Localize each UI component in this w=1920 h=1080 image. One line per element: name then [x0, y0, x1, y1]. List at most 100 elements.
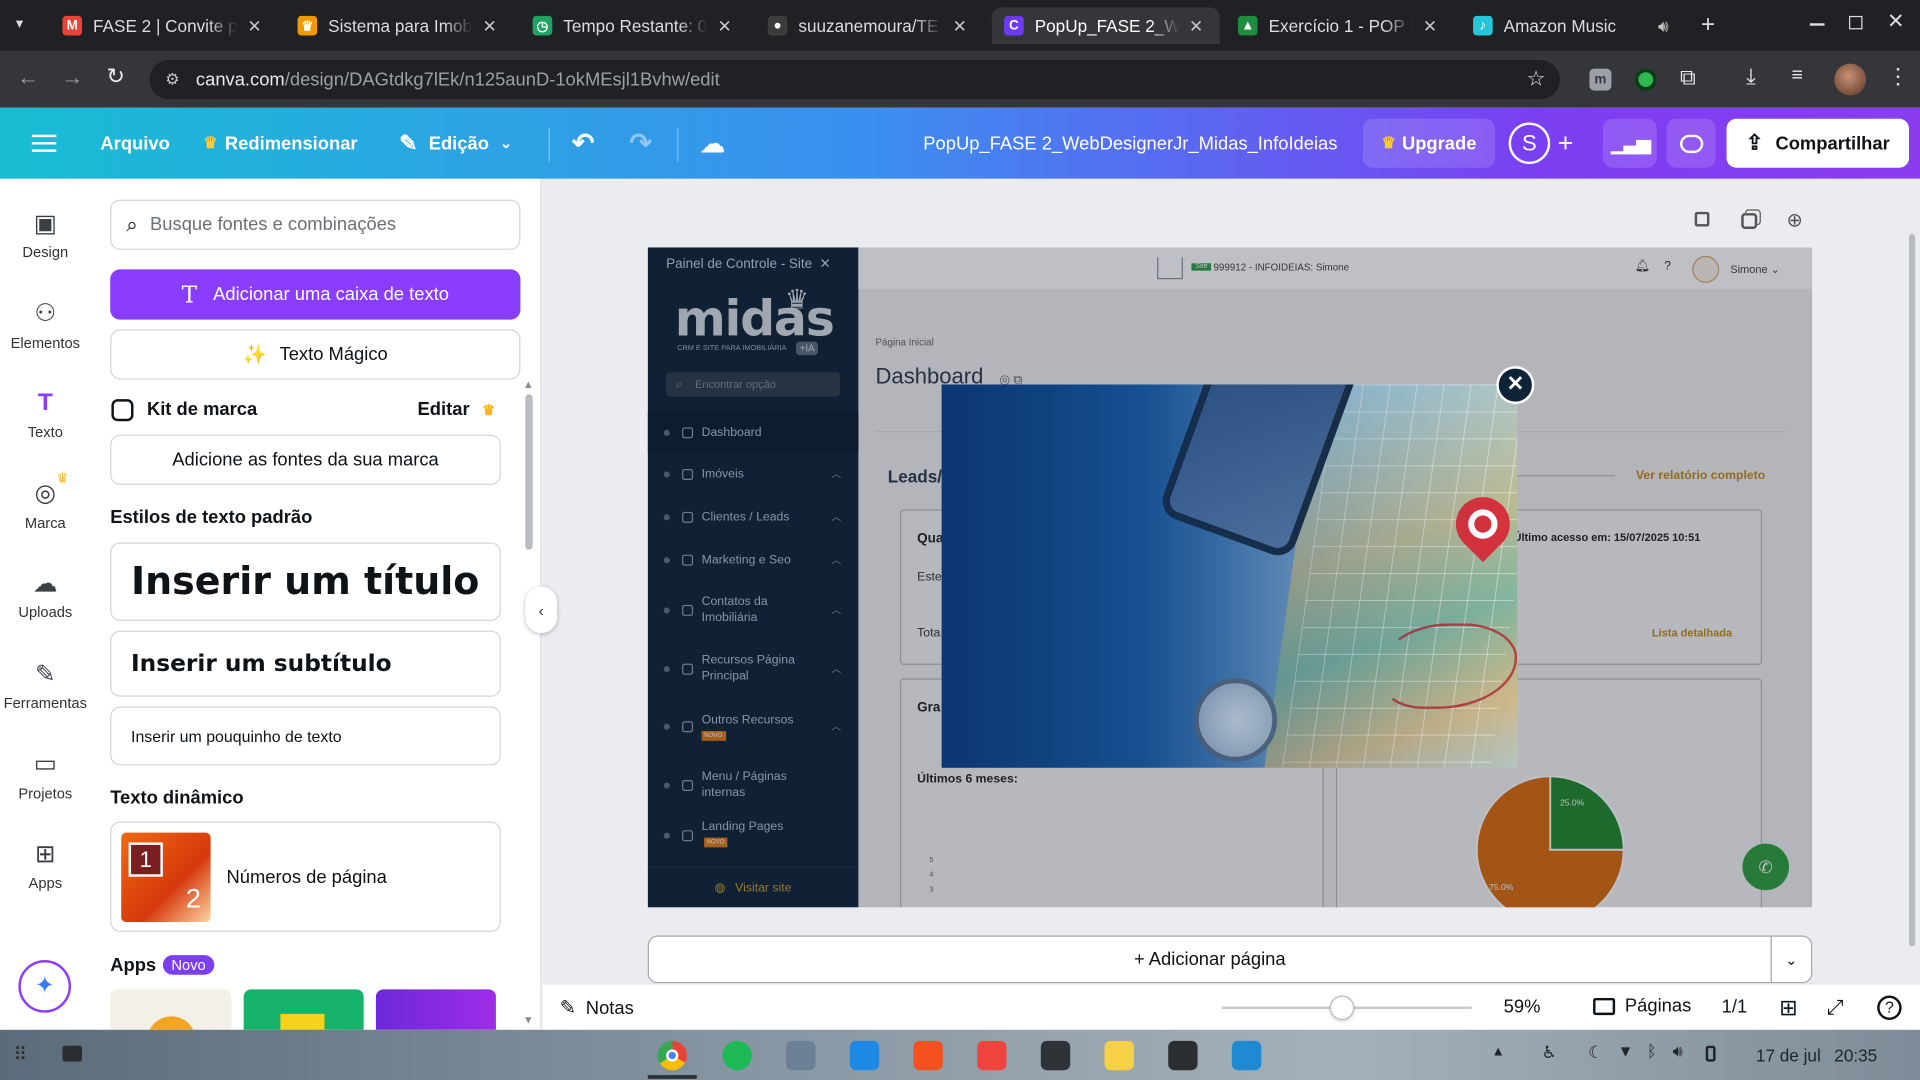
- hamburger-menu-icon[interactable]: [31, 108, 57, 179]
- comments-button[interactable]: [1666, 118, 1716, 168]
- scroll-up-icon[interactable]: ▲: [523, 378, 534, 390]
- chrome-taskbar-icon[interactable]: [657, 1040, 687, 1071]
- workspace-scrollbar[interactable]: [1908, 233, 1916, 947]
- browser-tab[interactable]: M FASE 2 | Convite p ✕: [50, 7, 278, 44]
- panel-scrollbar[interactable]: [525, 394, 533, 550]
- address-bar[interactable]: ⚙ canva.com/design/DAGtdkg7lEk/n125aunD-…: [149, 60, 1561, 100]
- night-light-icon[interactable]: ☾: [1588, 1042, 1603, 1063]
- wifi-icon[interactable]: ▼: [1618, 1042, 1634, 1060]
- overview-icon[interactable]: [62, 1045, 83, 1062]
- battery-icon[interactable]: [1705, 1045, 1716, 1062]
- browser-tab[interactable]: ◷ Tempo Restante: 0 ✕: [520, 7, 748, 44]
- grid-view-icon[interactable]: ⊞: [1779, 996, 1797, 1022]
- lock-icon[interactable]: [1694, 211, 1710, 227]
- page-numbers-button[interactable]: 1 2 Números de página: [110, 821, 501, 932]
- download-icon[interactable]: ⤓: [1746, 64, 1756, 90]
- magic-assistant-button[interactable]: ✦: [18, 960, 72, 1013]
- files-taskbar-icon[interactable]: [786, 1040, 816, 1071]
- close-window-icon[interactable]: ✕: [1887, 10, 1904, 34]
- magic-text-button[interactable]: ✨ Texto Mágico: [110, 329, 521, 380]
- popup-map-image[interactable]: [941, 384, 1518, 768]
- edit-mode-button[interactable]: ✎ Edição ⌄: [399, 108, 512, 179]
- add-page-dropdown[interactable]: ⌄: [1770, 935, 1813, 984]
- subheading-style-button[interactable]: Inserir um subtítulo: [110, 630, 501, 697]
- media-control-icon[interactable]: ≡: [1791, 65, 1802, 87]
- redo-icon[interactable]: ↷: [629, 108, 652, 179]
- extension-green-icon[interactable]: [1634, 68, 1657, 91]
- heading-style-button[interactable]: Inserir um título: [110, 542, 501, 621]
- new-tab-plus-icon[interactable]: +: [1701, 11, 1715, 39]
- rail-item-uploads[interactable]: ☁ Uploads: [0, 569, 91, 621]
- tab-close-icon[interactable]: ✕: [482, 15, 496, 36]
- notes-taskbar-icon[interactable]: [1104, 1040, 1134, 1071]
- back-arrow-icon[interactable]: ←: [17, 65, 39, 91]
- add-collaborator-plus-icon[interactable]: +: [1558, 122, 1585, 164]
- undo-icon[interactable]: ↶: [572, 108, 595, 179]
- tab-close-icon[interactable]: ✕: [953, 15, 967, 36]
- app-launcher-icon[interactable]: ⠿: [13, 1043, 26, 1065]
- volume-icon[interactable]: 🔊︎: [1673, 1042, 1683, 1062]
- add-brand-fonts-button[interactable]: Adicione as fontes da sua marca: [110, 434, 501, 485]
- forward-arrow-icon[interactable]: →: [61, 65, 83, 91]
- terminal-taskbar-icon[interactable]: [1168, 1040, 1198, 1071]
- upgrade-button[interactable]: ♛ Upgrade: [1362, 118, 1496, 168]
- rail-item-elementos[interactable]: ⚇ Elementos: [0, 298, 91, 351]
- extensions-puzzle-icon[interactable]: ⧉: [1680, 65, 1696, 91]
- reload-icon[interactable]: ↻: [107, 64, 125, 90]
- tab-close-icon[interactable]: ✕: [718, 15, 732, 36]
- popup-close-button[interactable]: ✕: [1496, 366, 1535, 405]
- scroll-down-icon[interactable]: ▼: [523, 1014, 534, 1026]
- rail-item-texto[interactable]: T Texto: [0, 388, 91, 441]
- photo-app-taskbar-icon[interactable]: [913, 1040, 943, 1071]
- rail-item-projetos[interactable]: ▭ Projetos: [0, 749, 91, 802]
- body-style-button[interactable]: Inserir um pouquinho de texto: [110, 706, 501, 766]
- app-thumbnail[interactable]: [243, 989, 364, 1030]
- rail-item-ferramentas[interactable]: ✎ Ferramentas: [0, 659, 91, 712]
- tray-up-arrow-icon[interactable]: ▲: [1491, 1044, 1504, 1059]
- add-page-icon[interactable]: ⊕: [1787, 208, 1803, 232]
- tab-close-icon[interactable]: ✕: [1423, 15, 1437, 36]
- taskbar-time[interactable]: 20:35: [1834, 1046, 1877, 1066]
- restore-icon[interactable]: [1848, 15, 1863, 30]
- duplicate-page-icon[interactable]: [1741, 213, 1758, 229]
- design-page[interactable]: Painel de Controle - Site ✕ midas ♛ CRM …: [647, 247, 1813, 908]
- minimize-icon[interactable]: [1809, 23, 1825, 26]
- add-textbox-button[interactable]: T Adicionar uma caixa de texto: [110, 269, 521, 320]
- spotify-taskbar-icon[interactable]: [722, 1040, 752, 1071]
- rail-item-design[interactable]: ▣ Design: [0, 208, 91, 261]
- rail-item-marca[interactable]: ◎ Marca: [0, 479, 91, 531]
- browser-tab[interactable]: C PopUp_FASE 2_We ✕: [991, 7, 1220, 45]
- profile-avatar[interactable]: [1834, 63, 1867, 96]
- bluetooth-icon[interactable]: ᛒ: [1647, 1042, 1657, 1060]
- vscode-taskbar-icon[interactable]: [1231, 1040, 1262, 1071]
- zoom-slider-thumb[interactable]: [1329, 995, 1355, 1021]
- fullscreen-icon[interactable]: ⤢: [1827, 996, 1844, 1020]
- extension-m-icon[interactable]: m: [1589, 68, 1612, 91]
- resize-button[interactable]: ♛ Redimensionar: [203, 108, 357, 179]
- file-menu[interactable]: Arquivo: [100, 108, 169, 179]
- browser-tab[interactable]: ● suuzanemoura/TE ✕: [756, 7, 984, 44]
- app-thumbnail[interactable]: [375, 989, 496, 1030]
- tab-audio-icon[interactable]: 🔊︎: [1658, 15, 1669, 36]
- rail-item-apps[interactable]: ⊞ Apps: [0, 839, 91, 892]
- font-search-input[interactable]: ⌕ Busque fontes e combinações: [110, 199, 521, 250]
- user-avatar[interactable]: S: [1508, 122, 1551, 165]
- share-button[interactable]: ⇪ Compartilhar: [1726, 118, 1909, 168]
- accessibility-icon[interactable]: ♿︎: [1542, 1042, 1557, 1063]
- pages-button[interactable]: Páginas: [1593, 996, 1691, 1016]
- store-taskbar-icon[interactable]: [849, 1040, 880, 1071]
- tab-close-icon[interactable]: ✕: [247, 15, 261, 36]
- tab-close-icon[interactable]: ✕: [1189, 15, 1203, 36]
- add-page-button[interactable]: + Adicionar página: [647, 935, 1772, 984]
- browser-tab[interactable]: ♪ Amazon Music 🔊︎: [1461, 7, 1689, 44]
- bookmark-star-icon[interactable]: ☆: [1527, 67, 1546, 91]
- zoom-percentage[interactable]: 59%: [1504, 997, 1541, 1018]
- browser-tab[interactable]: ♛ Sistema para Imobi ✕: [285, 7, 513, 44]
- brand-kit-edit-link[interactable]: Editar ♛: [418, 399, 496, 420]
- help-icon[interactable]: ?: [1877, 995, 1902, 1021]
- site-info-icon[interactable]: ⚙: [165, 70, 179, 90]
- cloud-saved-icon[interactable]: ☁: [700, 108, 724, 179]
- anydesk-taskbar-icon[interactable]: [977, 1040, 1007, 1071]
- notes-button[interactable]: ✎ Notas: [560, 996, 634, 1020]
- analytics-button[interactable]: ▁▃▅: [1602, 118, 1657, 168]
